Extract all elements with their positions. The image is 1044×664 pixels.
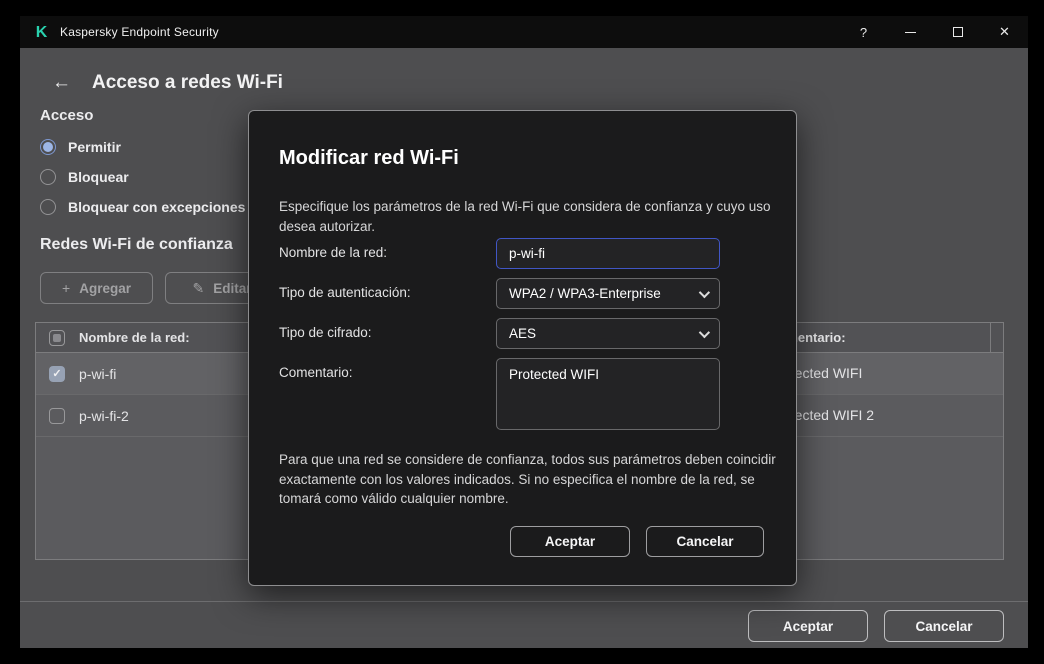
dialog-cancel-button[interactable]: Cancelar <box>646 526 764 557</box>
maximize-button[interactable] <box>934 16 981 48</box>
window-footer: Aceptar Cancelar <box>20 601 1028 648</box>
back-arrow-icon[interactable]: ← <box>52 72 76 94</box>
scrollbar-gutter <box>990 323 991 352</box>
radio-label: Bloquear con excepciones <box>68 199 246 215</box>
select-all-checkbox[interactable] <box>49 329 65 346</box>
help-button[interactable]: ? <box>840 16 887 48</box>
network-name-cell: p-wi-fi-2 <box>79 407 129 424</box>
edit-wifi-dialog: Modificar red Wi-Fi Especifique los pará… <box>248 110 797 586</box>
minimize-icon <box>905 31 916 33</box>
titlebar-controls: ? ✕ <box>840 16 1028 48</box>
page-title: Acceso a redes Wi-Fi <box>92 72 283 93</box>
dialog-description: Especifique los parámetros de la red Wi-… <box>279 199 771 234</box>
encryption-type-dropdown[interactable]: AES <box>496 318 720 349</box>
dialog-accept-button[interactable]: Aceptar <box>510 526 630 557</box>
add-button-label: Agregar <box>79 280 131 296</box>
column-header-comment: Comentario: <box>769 330 846 345</box>
chevron-down-icon <box>698 326 711 338</box>
radio-bloquear[interactable]: Bloquear <box>40 167 129 187</box>
radio-bloquear-excepciones[interactable]: Bloquear con excepciones <box>40 197 245 217</box>
chevron-down-icon <box>698 286 711 298</box>
comment-textarea[interactable]: Protected WIFI <box>496 358 720 430</box>
plus-icon: + <box>62 280 71 296</box>
radio-unselected-icon <box>40 169 56 185</box>
encryption-type-label: Tipo de cifrado: <box>279 325 372 340</box>
add-network-button[interactable]: + Agregar <box>40 272 153 304</box>
minimize-button[interactable] <box>887 16 934 48</box>
dialog-note: Para que una red se considere de confian… <box>279 452 776 507</box>
comment-label: Comentario: <box>279 365 353 380</box>
radio-label: Permitir <box>68 139 121 155</box>
radio-permitir[interactable]: Permitir <box>40 137 121 157</box>
auth-type-value: WPA2 / WPA3-Enterprise <box>509 286 661 301</box>
network-name-label: Nombre de la red: <box>279 245 388 260</box>
edit-button-label: Editar <box>213 280 252 296</box>
pencil-icon: ✎ <box>192 279 205 296</box>
title-bar: K Kaspersky Endpoint Security ? ✕ <box>20 16 1028 48</box>
dialog-title: Modificar red Wi-Fi <box>279 147 459 169</box>
radio-selected-icon <box>40 139 56 155</box>
access-heading: Acceso <box>40 107 94 124</box>
maximize-icon <box>952 27 963 37</box>
radio-label: Bloquear <box>68 169 129 185</box>
footer-accept-button[interactable]: Aceptar <box>748 610 868 642</box>
kaspersky-logo-icon: K <box>35 23 48 41</box>
network-name-input[interactable] <box>496 238 720 269</box>
encryption-type-value: AES <box>509 326 537 341</box>
screen-background: K Kaspersky Endpoint Security ? ✕ ← Acce… <box>0 0 1044 664</box>
row-checkbox-checked[interactable]: ✓ <box>49 365 65 382</box>
window-title: Kaspersky Endpoint Security <box>60 25 219 39</box>
column-header-name: Nombre de la red: <box>79 330 190 345</box>
close-button[interactable]: ✕ <box>981 16 1028 48</box>
page-header: ← Acceso a redes Wi-Fi <box>52 72 283 94</box>
trusted-networks-heading: Redes Wi-Fi de confianza <box>40 236 233 253</box>
auth-type-dropdown[interactable]: WPA2 / WPA3-Enterprise <box>496 278 720 309</box>
footer-cancel-button[interactable]: Cancelar <box>884 610 1004 642</box>
network-name-cell: p-wi-fi <box>79 365 117 382</box>
auth-type-label: Tipo de autenticación: <box>279 285 411 300</box>
radio-unselected-icon <box>40 199 56 215</box>
row-checkbox-unchecked[interactable] <box>49 407 65 424</box>
